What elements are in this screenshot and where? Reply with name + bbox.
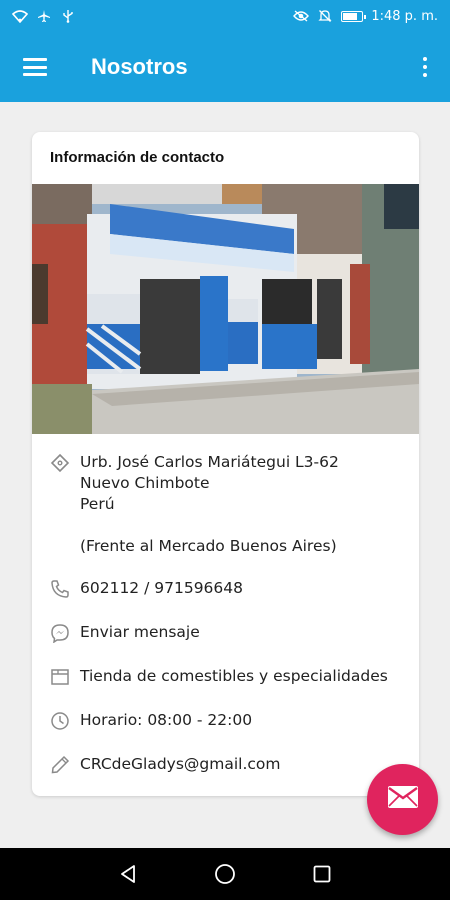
- mute-icon: [317, 9, 333, 23]
- phone-row[interactable]: 602112 / 971596648: [32, 578, 419, 622]
- phone-text: 602112 / 971596648: [80, 579, 243, 597]
- status-time: 1:48 p. m.: [371, 8, 438, 24]
- system-nav-bar: [0, 848, 450, 900]
- address-reference: (Frente al Mercado Buenos Aires): [80, 537, 337, 555]
- phone-icon: [50, 578, 80, 603]
- page-title: Nosotros: [91, 54, 188, 79]
- messenger-icon: [50, 622, 80, 647]
- email-text: CRCdeGladys@gmail.com: [80, 755, 281, 773]
- status-bar: 1:48 p. m.: [0, 0, 450, 32]
- mail-icon: [387, 785, 419, 814]
- contact-card: Información de contacto Urb. José Carlos…: [32, 132, 419, 796]
- message-row[interactable]: Enviar mensaje: [32, 622, 419, 666]
- message-text: Enviar mensaje: [80, 623, 200, 641]
- place-tag-icon: [50, 452, 80, 477]
- card-title: Información de contacto: [50, 149, 225, 166]
- eye-icon: [293, 9, 310, 23]
- home-icon: [215, 864, 235, 884]
- nav-recents-button[interactable]: [298, 850, 346, 898]
- clock-icon: [50, 710, 80, 735]
- mail-fab-button[interactable]: [367, 764, 438, 835]
- hamburger-menu-icon: [23, 58, 47, 76]
- more-vert-icon: [423, 57, 427, 77]
- battery-icon: [341, 10, 367, 22]
- address-line-3: Perú: [80, 495, 115, 513]
- address-line-1: Urb. José Carlos Mariátegui L3-62: [80, 453, 339, 471]
- category-text: Tienda de comestibles y especialidades: [80, 667, 388, 685]
- store-photo: [32, 184, 419, 434]
- category-row: Tienda de comestibles y especialidades: [32, 666, 419, 710]
- address-line-2: Nuevo Chimbote: [80, 474, 210, 492]
- storefront-icon: [50, 666, 80, 691]
- hours-row: Horario: 08:00 - 22:00: [32, 710, 419, 754]
- overflow-menu-button[interactable]: [400, 32, 450, 102]
- menu-button[interactable]: [0, 32, 70, 102]
- address-row[interactable]: Urb. José Carlos Mariátegui L3-62 Nuevo …: [32, 452, 419, 578]
- pencil-icon: [50, 754, 80, 779]
- airplane-icon: [36, 9, 52, 23]
- recents-icon: [313, 865, 331, 883]
- nav-back-button[interactable]: [104, 850, 152, 898]
- hours-text: Horario: 08:00 - 22:00: [80, 711, 253, 729]
- app-bar: Nosotros: [0, 32, 450, 102]
- email-row[interactable]: CRCdeGladys@gmail.com: [32, 754, 419, 796]
- usb-icon: [60, 9, 76, 23]
- wifi-icon: [12, 9, 28, 23]
- back-icon: [121, 865, 136, 883]
- nav-home-button[interactable]: [201, 850, 249, 898]
